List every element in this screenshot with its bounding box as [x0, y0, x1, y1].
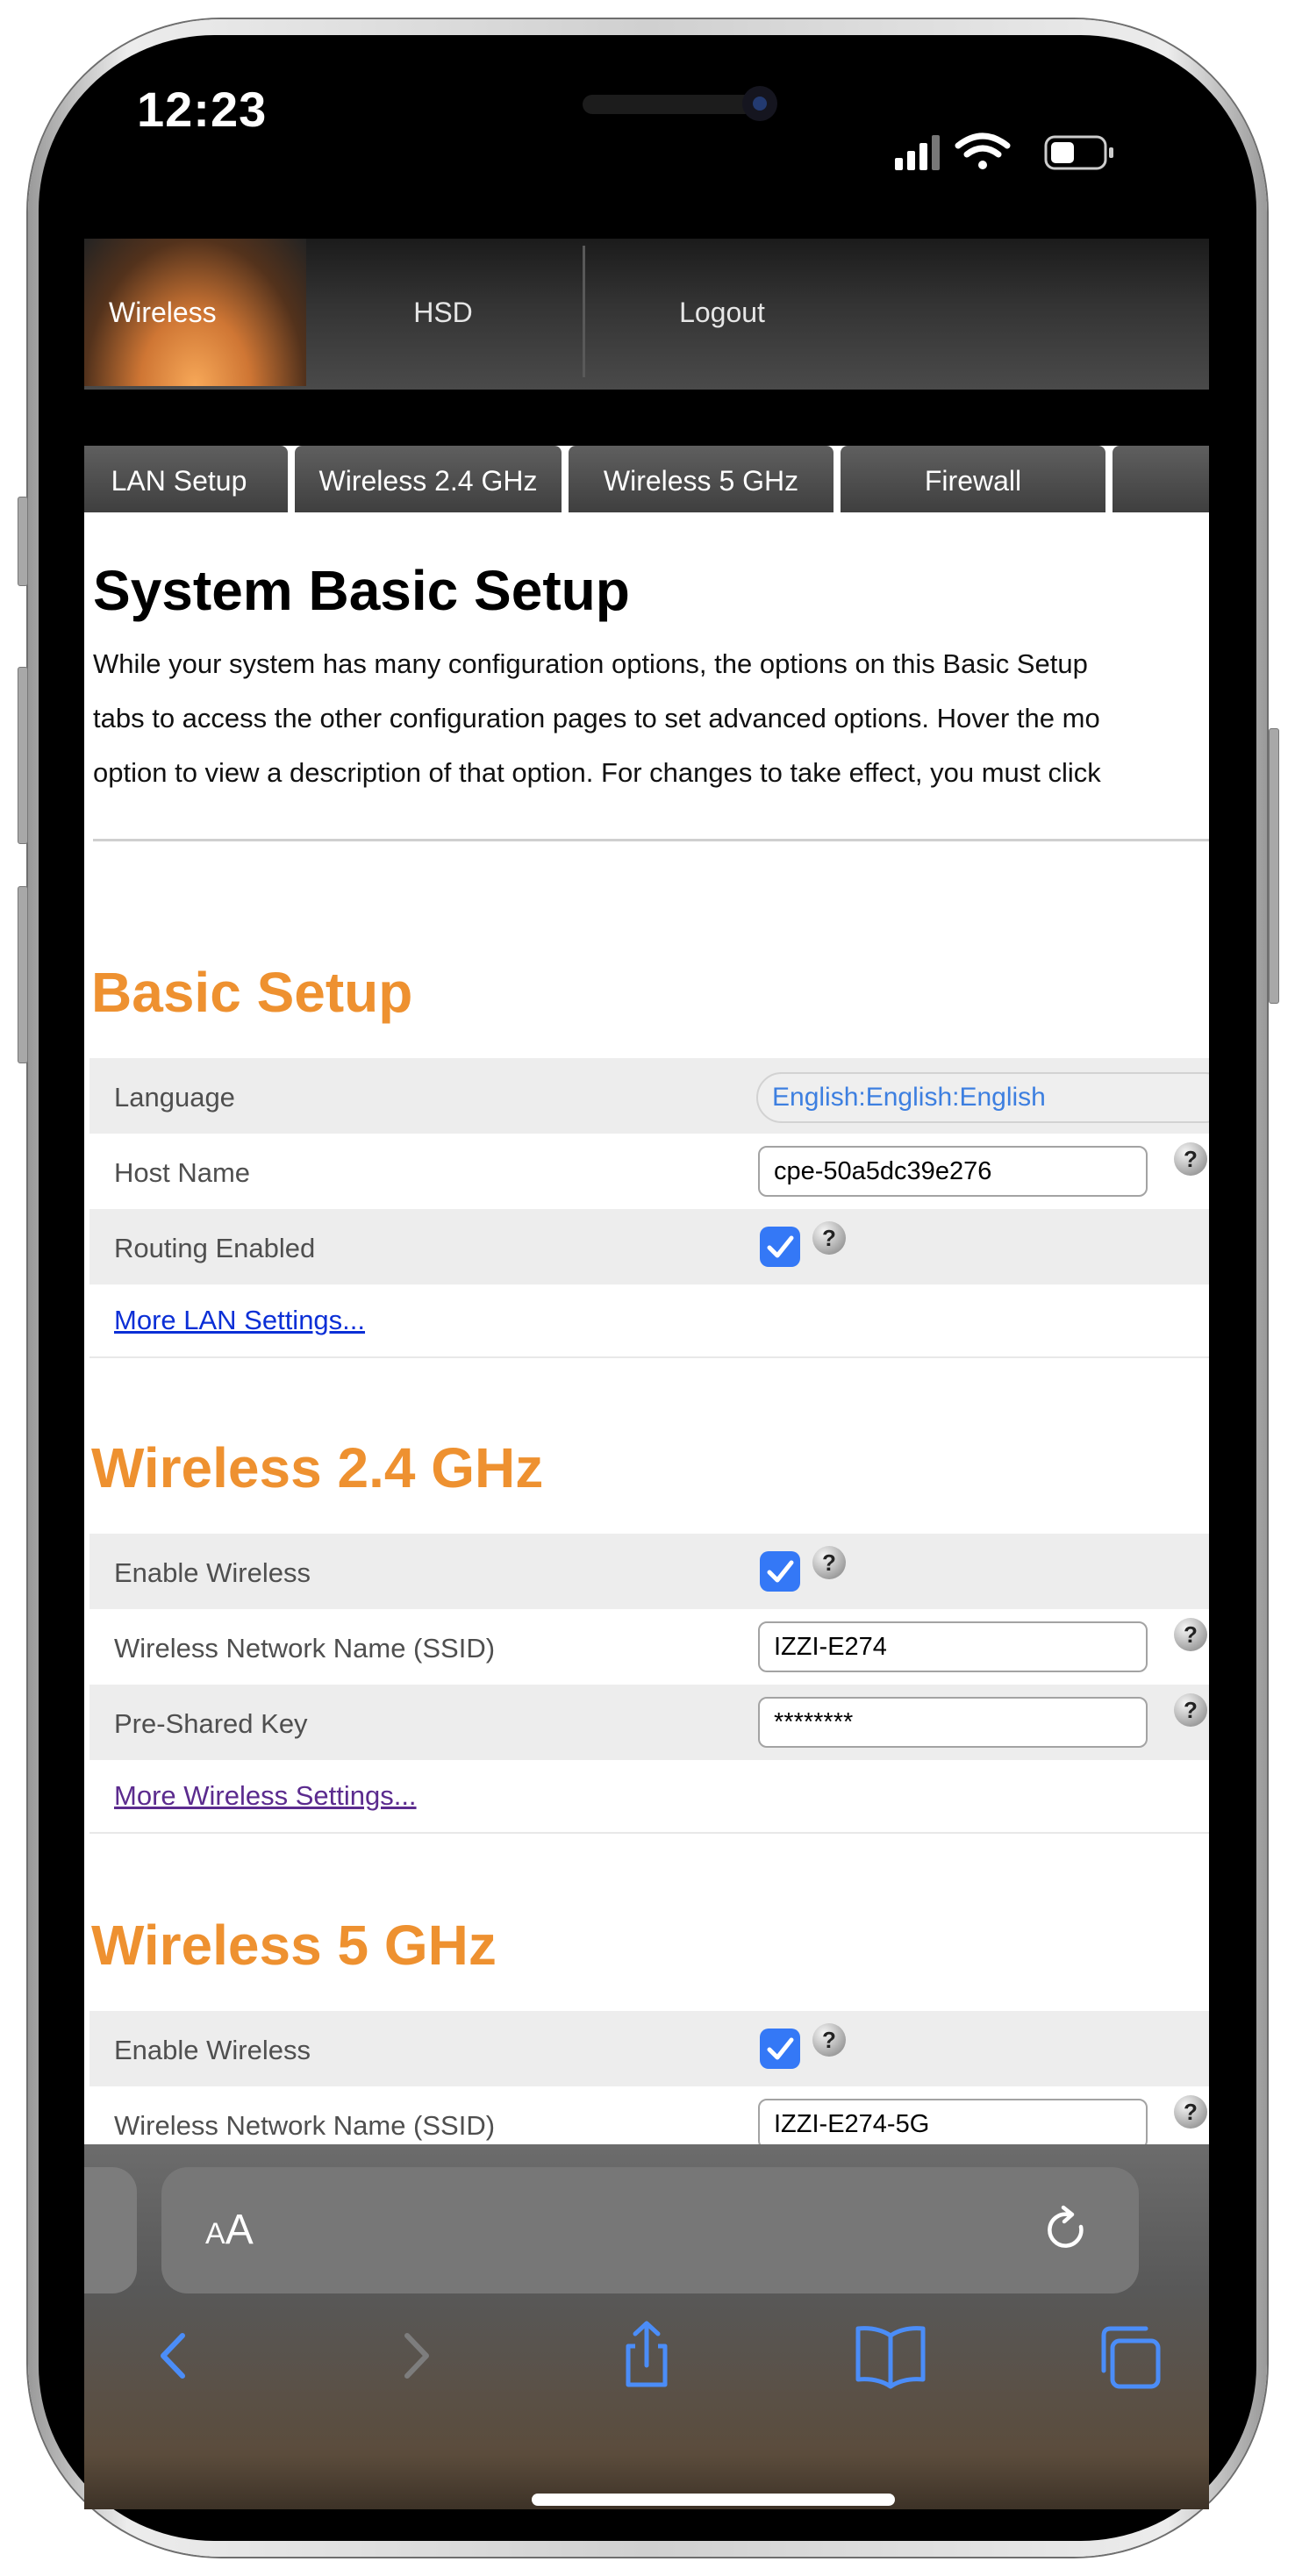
- more-wireless-settings-link[interactable]: More Wireless Settings...: [114, 1760, 417, 1832]
- earpiece-speaker: [583, 95, 755, 114]
- help-icon[interactable]: ?: [1174, 1618, 1207, 1651]
- front-camera: [742, 86, 777, 121]
- help-icon[interactable]: ?: [812, 1221, 846, 1255]
- routing-enabled-checkbox[interactable]: [760, 1227, 800, 1267]
- nav-band: [84, 390, 1209, 446]
- divider: [93, 839, 1209, 841]
- enable-wireless-label: Enable Wireless: [114, 2035, 311, 2065]
- enable-wireless-5-checkbox[interactable]: [760, 2029, 800, 2069]
- intro-line: While your system has many configuration…: [93, 648, 1088, 679]
- wifi-icon: [955, 132, 1011, 169]
- help-icon[interactable]: ?: [1174, 2095, 1207, 2129]
- checkmark-icon: [767, 1560, 794, 1583]
- back-icon[interactable]: [137, 2316, 216, 2395]
- reader-aa-button[interactable]: AA: [205, 2167, 254, 2303]
- row-routing-enabled: Routing Enabled ?: [89, 1209, 1209, 1284]
- host-name-input[interactable]: cpe-50a5dc39e276: [758, 1146, 1148, 1197]
- row-ssid-24: Wireless Network Name (SSID) IZZI-E274 ?: [89, 1609, 1209, 1685]
- bookmarks-icon[interactable]: [851, 2316, 930, 2395]
- forward-icon[interactable]: [374, 2316, 453, 2395]
- intro-line: tabs to access the other configuration p…: [93, 703, 1100, 733]
- enable-wireless-label: Enable Wireless: [114, 1557, 311, 1588]
- intro-line: option to view a description of that opt…: [93, 757, 1101, 788]
- row-language: Language English:English:English: [89, 1058, 1209, 1134]
- nav-tab-hsd[interactable]: HSD: [306, 239, 580, 386]
- checkmark-icon: [767, 1235, 794, 1258]
- row-host-name: Host Name cpe-50a5dc39e276 ?: [89, 1134, 1209, 1209]
- row-psk-24: Pre-Shared Key ******** ?: [89, 1685, 1209, 1760]
- safari-bottom-bar: AA: [84, 2144, 1209, 2509]
- ssid-24-input[interactable]: IZZI-E274: [758, 1621, 1148, 1672]
- help-icon[interactable]: ?: [812, 2023, 846, 2057]
- language-select[interactable]: English:English:English: [756, 1072, 1209, 1123]
- status-time: 12:23: [137, 82, 268, 137]
- language-label: Language: [114, 1082, 235, 1113]
- row-enable-wireless-5: Enable Wireless ?: [89, 2011, 1209, 2086]
- volume-up-button: [18, 667, 28, 844]
- enable-wireless-24-checkbox[interactable]: [760, 1551, 800, 1592]
- section-title-wireless-5: Wireless 5 GHz: [91, 1914, 497, 1977]
- routing-label: Routing Enabled: [114, 1233, 316, 1263]
- subtab-lan-setup[interactable]: LAN Setup: [84, 446, 288, 512]
- address-bar[interactable]: AA: [161, 2167, 1139, 2293]
- psk-label: Pre-Shared Key: [114, 1708, 308, 1739]
- ssid-label: Wireless Network Name (SSID): [114, 1633, 496, 1664]
- cellular-signal-icon: [895, 135, 940, 170]
- reload-icon[interactable]: [1039, 2202, 1095, 2258]
- status-icons: [895, 132, 1113, 170]
- row-more-wireless-settings: More Wireless Settings...: [89, 1760, 1209, 1834]
- psk-24-input[interactable]: ********: [758, 1697, 1148, 1748]
- previous-tab-pill[interactable]: [84, 2167, 137, 2293]
- row-ssid-5: Wireless Network Name (SSID) IZZI-E274-5…: [89, 2086, 1209, 2144]
- battery-icon: [1044, 135, 1113, 170]
- router-top-nav: Wireless HSD Logout: [84, 239, 1209, 390]
- nav-tab-logout[interactable]: Logout: [585, 239, 859, 386]
- silent-switch: [18, 497, 28, 586]
- page-content: System Basic Setup While your system has…: [84, 514, 1209, 2144]
- subtab-wireless-24[interactable]: Wireless 2.4 GHz: [295, 446, 562, 512]
- ssid-5-input[interactable]: IZZI-E274-5G: [758, 2099, 1148, 2144]
- page-title: System Basic Setup: [93, 559, 630, 622]
- section-title-wireless-24: Wireless 2.4 GHz: [91, 1436, 544, 1499]
- checkmark-icon: [767, 2037, 794, 2060]
- power-button: [1269, 728, 1279, 1004]
- help-icon[interactable]: ?: [1174, 1142, 1207, 1176]
- page-intro: While your system has many configuration…: [93, 637, 1209, 800]
- tabs-icon[interactable]: [1091, 2316, 1170, 2395]
- help-icon[interactable]: ?: [812, 1546, 846, 1579]
- subtab-wireless-5[interactable]: Wireless 5 GHz: [569, 446, 834, 512]
- nav-tab-wireless[interactable]: Wireless: [84, 239, 306, 386]
- subtab-firewall[interactable]: Firewall: [841, 446, 1105, 512]
- volume-down-button: [18, 886, 28, 1063]
- section-title-basic-setup: Basic Setup: [91, 961, 413, 1024]
- host-name-label: Host Name: [114, 1157, 251, 1188]
- home-indicator[interactable]: [532, 2494, 895, 2506]
- more-lan-settings-link[interactable]: More LAN Settings...: [114, 1284, 365, 1356]
- sub-tabs: LAN Setup Wireless 2.4 GHz Wireless 5 GH…: [84, 446, 1209, 514]
- subtab-more[interactable]: [1113, 446, 1209, 512]
- help-icon[interactable]: ?: [1174, 1693, 1207, 1727]
- row-more-lan-settings: More LAN Settings...: [89, 1284, 1209, 1358]
- share-icon[interactable]: [607, 2316, 686, 2395]
- row-enable-wireless-24: Enable Wireless ?: [89, 1534, 1209, 1609]
- ssid-label: Wireless Network Name (SSID): [114, 2110, 496, 2141]
